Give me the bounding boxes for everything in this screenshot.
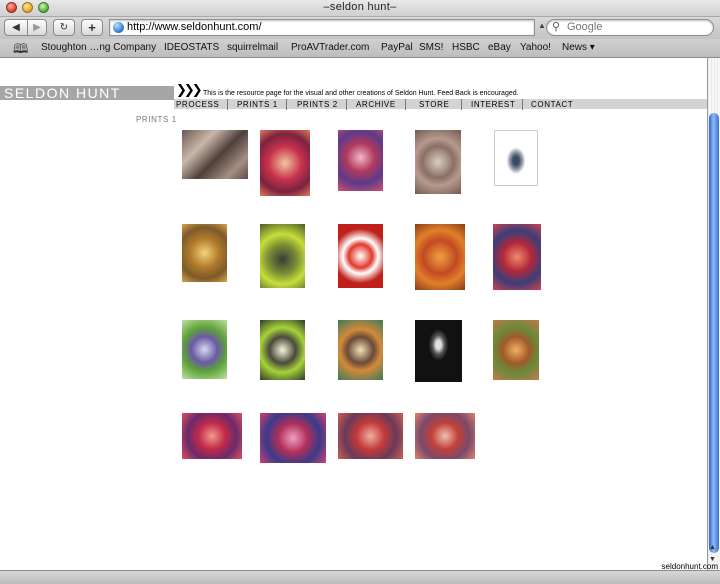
reload-button[interactable]: ↻ [53, 19, 75, 36]
nav-store[interactable]: STORE [419, 99, 449, 110]
print-thumbnail[interactable] [493, 224, 541, 290]
nav-contact[interactable]: CONTACT [531, 99, 573, 110]
bookmark-item[interactable]: News ▾ [562, 42, 595, 53]
bookmark-item[interactable]: Stoughton …ng Company [41, 42, 156, 53]
print-thumbnail[interactable] [415, 130, 461, 194]
back-arrow-icon: ◀ [12, 22, 20, 33]
window-title: –seldon hunt– [323, 1, 397, 13]
bookmark-item[interactable]: squirrelmail [227, 42, 278, 53]
bookmark-item[interactable]: PayPal [381, 42, 413, 53]
snapback-icon[interactable]: ▲ [538, 21, 546, 30]
nav-interest[interactable]: INTEREST [471, 99, 515, 110]
bookmark-item[interactable]: Yahoo! [520, 42, 551, 53]
site-logo[interactable]: SELDON HUNT [4, 85, 121, 101]
print-thumbnail[interactable] [260, 320, 305, 380]
print-thumbnail[interactable] [338, 413, 403, 459]
scrollbar-thumb[interactable] [709, 113, 719, 553]
bookmark-item[interactable]: eBay [488, 42, 511, 53]
nav-divider [522, 99, 523, 110]
browser-toolbar: ◀ ▶ ↻ + http://www.seldonhunt.com/ ▲ ⚲ [0, 17, 720, 39]
address-bar[interactable]: http://www.seldonhunt.com/ [109, 19, 535, 36]
print-thumbnail[interactable] [260, 413, 326, 463]
globe-icon [113, 22, 124, 33]
print-thumbnail[interactable] [182, 224, 227, 282]
print-thumbnail[interactable] [182, 413, 242, 459]
print-thumbnail[interactable] [338, 130, 383, 191]
site-nav: PROCESS PRINTS 1 PRINTS 2 ARCHIVE STORE INTER… [174, 99, 707, 110]
chevrons-icon: ❯❯❯ [176, 82, 203, 97]
print-thumbnail[interactable] [493, 320, 539, 380]
print-thumbnail[interactable] [494, 130, 538, 186]
forward-arrow-icon: ▶ [33, 22, 41, 33]
nav-divider [346, 99, 347, 110]
add-bookmark-button[interactable]: + [81, 19, 103, 36]
print-thumbnail[interactable] [338, 320, 383, 380]
reload-icon: ↻ [59, 22, 69, 33]
section-title: PRINTS 1 [136, 115, 177, 124]
intro-text: This is the resource page for the visual… [203, 90, 519, 97]
search-field[interactable]: ⚲ [546, 19, 714, 36]
page-content: SELDON HUNT ❯❯❯ This is the resource pag… [0, 58, 707, 570]
print-thumbnail[interactable] [260, 224, 305, 288]
scroll-up-icon[interactable]: ▲ [709, 544, 716, 551]
search-input[interactable] [567, 21, 707, 33]
nav-divider [461, 99, 462, 110]
search-icon[interactable]: ⚲ [552, 20, 560, 33]
nav-prints-1[interactable]: PRINTS 1 [237, 99, 278, 110]
print-thumbnail[interactable] [415, 224, 465, 290]
print-thumbnail[interactable] [260, 130, 310, 196]
nav-divider [227, 99, 228, 110]
bookmarks-bar: 🕮 Stoughton …ng Company IDEOSTATS squirrel… [0, 39, 720, 58]
print-thumbnail[interactable] [338, 224, 383, 288]
vertical-scrollbar[interactable]: ▲ ▼ [707, 58, 720, 570]
plus-icon: + [88, 20, 96, 35]
print-thumbnail[interactable] [415, 413, 475, 459]
nav-prints-2[interactable]: PRINTS 2 [297, 99, 338, 110]
title-bar: –seldon hunt– [0, 0, 720, 17]
status-bar: seldonhunt.com [0, 562, 720, 584]
bookmark-item[interactable]: IDEOSTATS [164, 42, 219, 53]
bookmark-item[interactable]: ProAVTrader.com [291, 42, 369, 53]
print-thumbnail[interactable] [415, 320, 462, 382]
address-text[interactable]: http://www.seldonhunt.com/ [127, 21, 262, 33]
print-thumbnail[interactable] [182, 130, 248, 179]
nav-process[interactable]: PROCESS [176, 99, 219, 110]
bookmark-item[interactable]: HSBC [452, 42, 480, 53]
nav-divider [405, 99, 406, 110]
forward-button[interactable]: ▶ [27, 19, 47, 36]
bookmark-item[interactable]: SMS! [419, 42, 443, 53]
back-button[interactable]: ◀ [4, 19, 28, 36]
nav-archive[interactable]: ARCHIVE [356, 99, 396, 110]
status-text: seldonhunt.com [661, 562, 718, 571]
print-thumbnail[interactable] [182, 320, 227, 379]
nav-divider [286, 99, 287, 110]
